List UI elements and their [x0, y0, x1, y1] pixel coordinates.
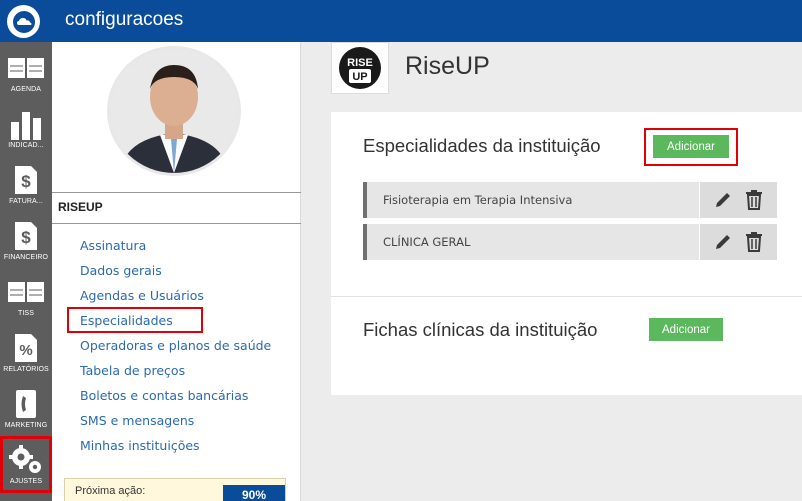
table-row: Fisioterapia em Terapia Intensiva: [363, 182, 777, 218]
rail-item-relatorios[interactable]: % RELATÓRIOS: [0, 324, 52, 382]
rail-item-ajustes[interactable]: AJUSTES: [0, 436, 52, 493]
gears-icon: [6, 444, 46, 476]
row-actions: [699, 182, 777, 218]
specialties-title: Especialidades da instituição: [363, 135, 601, 156]
svg-text:$: $: [21, 172, 31, 191]
section-divider: [331, 296, 802, 297]
logo-text-top: RISE: [347, 57, 373, 69]
rail-label: MARKETING: [4, 422, 48, 429]
menu-item-operadoras[interactable]: Operadoras e planos de saúde: [80, 338, 271, 363]
rail-label: TISS: [18, 310, 34, 317]
rail-label: AGENDA: [10, 86, 42, 93]
calendar-book-icon: [6, 52, 46, 84]
pencil-icon[interactable]: [712, 231, 734, 253]
rail-label: RELATÓRIOS: [3, 366, 49, 373]
row-actions: [699, 224, 777, 260]
rail-item-tiss[interactable]: TISS: [0, 268, 52, 326]
next-action-box[interactable]: Próxima ação: 90%: [64, 478, 286, 501]
section-heading: RISEUP: [52, 192, 301, 224]
settings-panel: RISEUP Assinatura Dados gerais Agendas e…: [52, 42, 301, 501]
rail-label: INDICAD...: [8, 142, 44, 149]
rail-label: FINANCEIRO: [3, 254, 49, 261]
dollar-document-icon: $: [6, 164, 46, 196]
logo-text-bottom: UP: [352, 71, 367, 83]
percent-document-icon: %: [6, 332, 46, 364]
menu-item-dados-gerais[interactable]: Dados gerais: [80, 263, 271, 288]
phone-icon: [6, 388, 46, 420]
rail-label: AJUSTES: [9, 478, 43, 485]
trash-icon[interactable]: [743, 189, 765, 211]
settings-menu: Assinatura Dados gerais Agendas e Usuári…: [80, 238, 271, 463]
institution-card: Especialidades da instituição Adicionar …: [331, 112, 802, 395]
menu-item-sms[interactable]: SMS e mensagens: [80, 413, 271, 438]
next-action-label: Próxima ação:: [75, 485, 146, 497]
rail-item-indicadores[interactable]: INDICAD...: [0, 100, 52, 158]
svg-text:%: %: [19, 342, 32, 359]
top-bar: configuracoes: [0, 0, 802, 42]
add-clinical-form-button[interactable]: Adicionar: [649, 318, 723, 341]
menu-item-minhas-instituicoes[interactable]: Minhas instituições: [80, 438, 271, 463]
avatar: [107, 46, 241, 176]
menu-item-assinatura[interactable]: Assinatura: [80, 238, 271, 263]
svg-text:$: $: [21, 228, 31, 247]
clinical-forms-title: Fichas clínicas da instituição: [363, 319, 598, 340]
pencil-icon[interactable]: [712, 189, 734, 211]
highlight-box: [644, 128, 738, 166]
rail-item-financeiro[interactable]: $ FINANCEIRO: [0, 212, 52, 270]
progress-badge: 90%: [223, 485, 285, 501]
highlight-box: [67, 307, 203, 333]
trash-icon[interactable]: [743, 231, 765, 253]
table-row: CLÍNICA GERAL: [363, 224, 777, 260]
institution-name: RiseUP: [405, 52, 490, 80]
specialty-name: Fisioterapia em Terapia Intensiva: [383, 193, 573, 207]
cloud-logo-icon[interactable]: [7, 5, 40, 38]
rail-item-marketing[interactable]: MARKETING: [0, 380, 52, 438]
book-icon: [6, 276, 46, 308]
bar-chart-icon: [6, 108, 46, 140]
page-title: configuracoes: [65, 9, 184, 30]
rail-item-agenda[interactable]: AGENDA: [0, 44, 52, 102]
specialty-name: CLÍNICA GERAL: [383, 235, 471, 249]
menu-item-boletos[interactable]: Boletos e contas bancárias: [80, 388, 271, 413]
rail-item-faturamento[interactable]: $ FATURA...: [0, 156, 52, 214]
rail-label: FATURA...: [9, 198, 43, 205]
module-rail: AGENDA INDICAD... $ FATURA... $ FINANCEI…: [0, 42, 52, 501]
institution-logo: RISE UP: [331, 42, 389, 94]
menu-item-tabela-precos[interactable]: Tabela de preços: [80, 363, 271, 388]
dollar-document-icon: $: [6, 220, 46, 252]
